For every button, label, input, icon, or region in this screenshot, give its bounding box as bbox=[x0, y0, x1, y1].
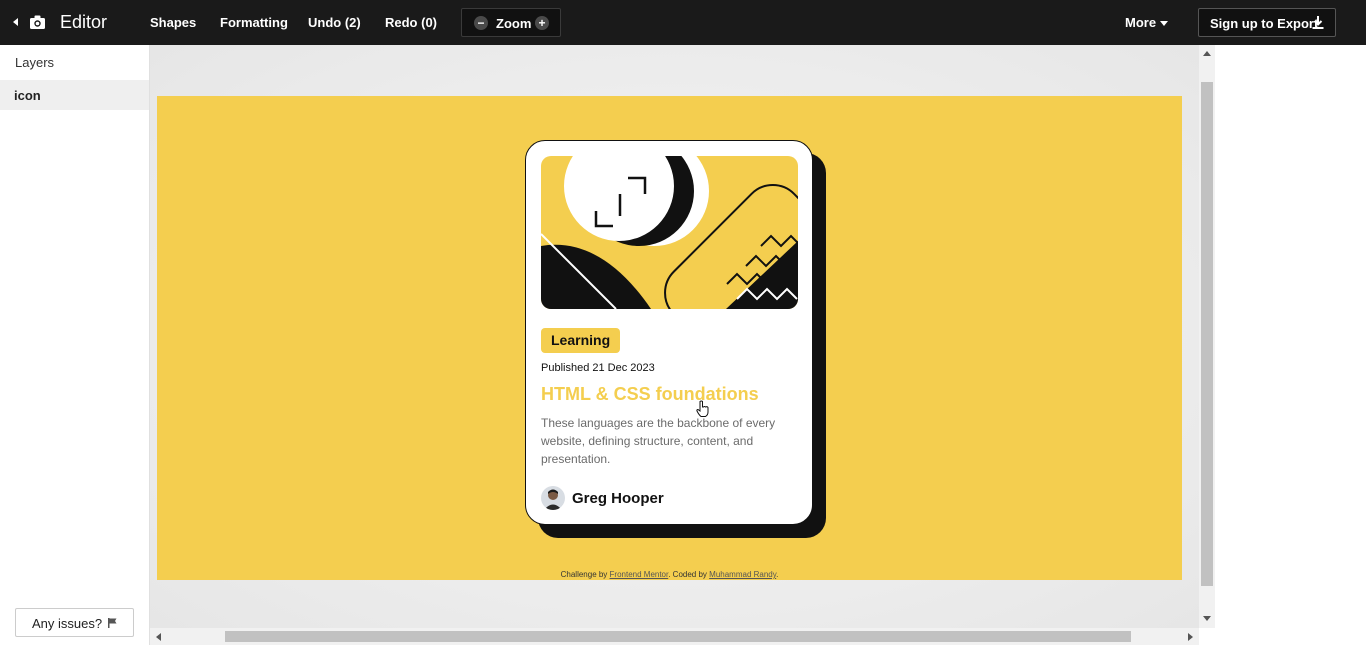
scroll-left-icon[interactable] bbox=[156, 633, 161, 641]
zoom-minus-icon[interactable]: − bbox=[474, 16, 488, 30]
app-title: Editor bbox=[60, 12, 108, 32]
camera-icon[interactable] bbox=[30, 14, 45, 30]
scroll-right-icon[interactable] bbox=[1188, 633, 1193, 641]
author-link[interactable]: Muhammad Randy bbox=[709, 570, 776, 579]
undo-button[interactable]: Undo (2) bbox=[308, 15, 361, 30]
avatar bbox=[541, 486, 565, 510]
design-canvas[interactable]: Learning Published 21 Dec 2023 HTML & CS… bbox=[150, 45, 1199, 628]
horizontal-scroll-thumb[interactable] bbox=[225, 631, 1131, 642]
redo-button[interactable]: Redo (0) bbox=[385, 15, 437, 30]
horizontal-scrollbar[interactable] bbox=[150, 628, 1199, 645]
category-tag: Learning bbox=[541, 328, 621, 353]
artboard-frame[interactable]: Learning Published 21 Dec 2023 HTML & CS… bbox=[157, 96, 1182, 580]
shapes-menu[interactable]: Shapes bbox=[150, 15, 196, 30]
export-label: Sign up to Export bbox=[1210, 16, 1319, 31]
any-issues-button[interactable]: Any issues? bbox=[15, 608, 134, 637]
flag-icon bbox=[108, 618, 117, 628]
attribution: Challenge by Frontend Mentor. Coded by M… bbox=[157, 570, 1182, 579]
card-illustration bbox=[541, 156, 798, 309]
caret-down-icon[interactable] bbox=[1160, 21, 1168, 26]
zoom-control: − Zoom + bbox=[461, 8, 561, 37]
vertical-scrollbar[interactable] bbox=[1199, 45, 1215, 628]
layer-item-icon[interactable]: icon bbox=[0, 80, 149, 110]
back-arrow-icon[interactable] bbox=[13, 18, 18, 26]
published-date: Published 21 Dec 2023 bbox=[541, 362, 655, 374]
right-panel bbox=[1215, 45, 1366, 645]
formatting-menu[interactable]: Formatting bbox=[220, 15, 288, 30]
attribution-suffix: . bbox=[776, 570, 779, 579]
scroll-down-icon[interactable] bbox=[1203, 616, 1211, 621]
layer-label: icon bbox=[14, 88, 41, 103]
export-button[interactable]: Sign up to Export bbox=[1198, 8, 1336, 37]
zoom-plus-icon[interactable]: + bbox=[535, 16, 549, 30]
attribution-middle: . Coded by bbox=[668, 570, 710, 579]
layers-panel: Layers icon Any issues? bbox=[0, 45, 150, 645]
card-title[interactable]: HTML & CSS foundations bbox=[541, 384, 759, 405]
card-description: These languages are the backbone of ever… bbox=[541, 416, 776, 466]
frontend-mentor-link[interactable]: Frontend Mentor bbox=[610, 570, 669, 579]
author-name: Greg Hooper bbox=[572, 490, 664, 507]
pointer-cursor-icon bbox=[696, 400, 709, 417]
layers-title: Layers bbox=[15, 55, 55, 70]
vertical-scroll-thumb[interactable] bbox=[1201, 82, 1213, 586]
issues-label: Any issues? bbox=[32, 616, 103, 631]
top-toolbar: Editor Shapes Formatting Undo (2) Redo (… bbox=[0, 0, 1366, 45]
scroll-up-icon[interactable] bbox=[1203, 51, 1211, 56]
blog-preview-card[interactable]: Learning Published 21 Dec 2023 HTML & CS… bbox=[525, 140, 813, 525]
download-icon bbox=[1312, 16, 1324, 29]
more-menu[interactable]: More bbox=[1125, 15, 1156, 30]
zoom-label: Zoom bbox=[496, 16, 532, 31]
attribution-prefix: Challenge by bbox=[560, 570, 610, 579]
